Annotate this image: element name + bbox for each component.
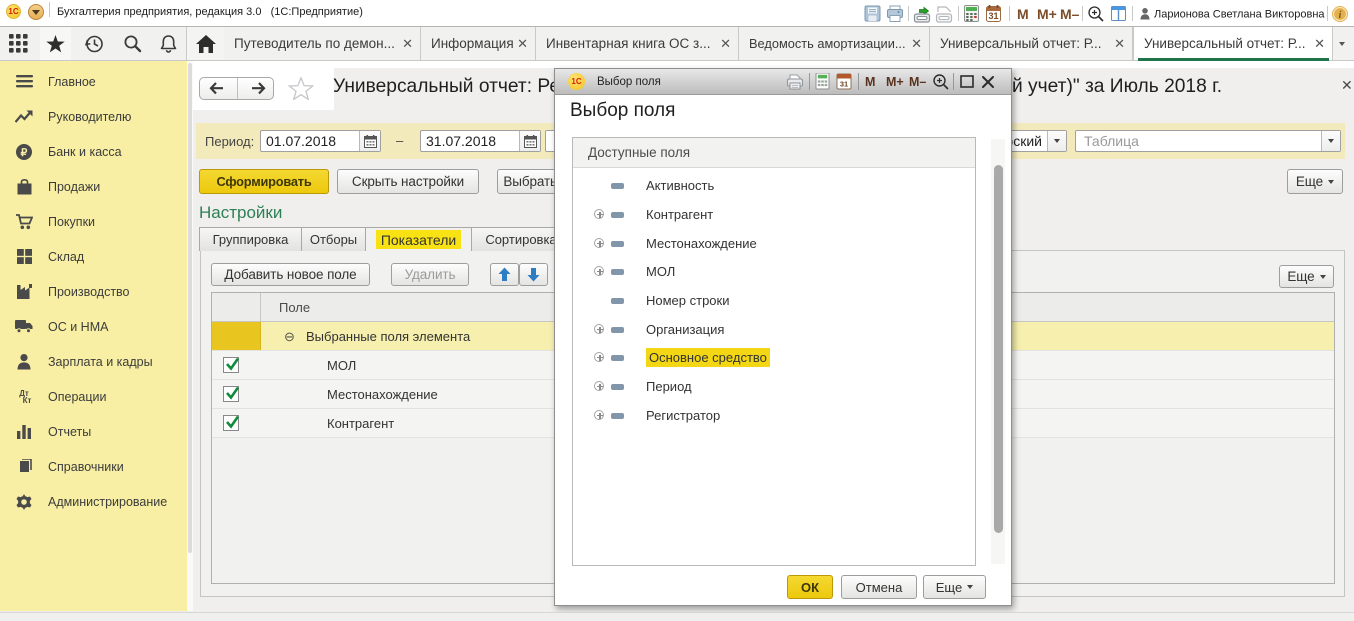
svg-text:₽: ₽ xyxy=(21,147,28,159)
svg-text:М: М xyxy=(865,75,875,89)
svg-text:i: i xyxy=(1339,10,1342,21)
svg-text:М–: М– xyxy=(1060,6,1080,22)
svg-text:31: 31 xyxy=(988,11,998,21)
svg-text:М–: М– xyxy=(909,75,926,89)
svg-text:М+: М+ xyxy=(886,75,904,89)
svg-text:31: 31 xyxy=(840,80,848,89)
svg-text:Ларионова Светлана Викторовна: Ларионова Светлана Викторовна xyxy=(1154,9,1325,21)
svg-text:М: М xyxy=(1017,6,1029,22)
svg-text:М+: М+ xyxy=(1037,6,1057,22)
